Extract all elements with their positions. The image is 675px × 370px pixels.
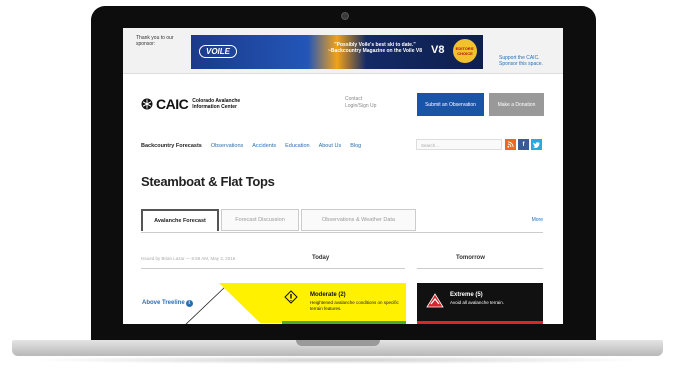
tomorrow-rating: Extreme (5)	[450, 292, 483, 298]
banner-quote: "Possibly Voile's best ski to date." ~Ba…	[328, 42, 422, 54]
forecast-tabs: Avalanche Forecast Forecast Discussion O…	[141, 209, 543, 233]
contact-link[interactable]: Contact	[345, 96, 376, 103]
nav-item-blog[interactable]: Blog	[350, 143, 361, 149]
support-link[interactable]: Support the CAIC. Sponsor this space.	[499, 55, 559, 67]
today-lower-band	[282, 321, 406, 324]
issued-text: Issued by Brian Lazar — 6:59 AM, May 3, …	[141, 256, 236, 261]
twitter-icon[interactable]	[531, 139, 542, 150]
sponsor-bar: Thank you to our sponsor: VOILE "Possibl…	[123, 28, 563, 74]
snowflake-icon	[141, 98, 153, 110]
nav-item-observations[interactable]: Observations	[211, 143, 243, 149]
tomorrow-header: Tomorrow	[456, 255, 485, 261]
extreme-danger-icon	[426, 293, 444, 308]
laptop-notch	[296, 340, 380, 346]
more-link[interactable]: More	[532, 217, 543, 223]
today-rating: Moderate (2)	[310, 292, 346, 298]
rss-icon[interactable]	[505, 139, 516, 150]
nav-item-about-us[interactable]: About Us	[319, 143, 342, 149]
banner-model: V8	[431, 44, 445, 56]
sponsor-thanks: Thank you to our sponsor:	[136, 35, 174, 47]
page-title: Steamboat & Flat Tops	[141, 174, 275, 189]
divider	[417, 268, 543, 269]
voile-logo: VOILE	[199, 45, 238, 58]
header-links: Contact Login/Sign Up	[345, 96, 376, 110]
logo-subtitle: Colorado Avalanche Information Center	[192, 98, 241, 110]
nav-item-backcountry-forecasts[interactable]: Backcountry Forecasts	[141, 143, 202, 149]
tab-avalanche-forecast[interactable]: Avalanche Forecast	[141, 209, 219, 231]
social-links: f	[505, 139, 542, 150]
nav-item-education[interactable]: Education	[285, 143, 309, 149]
tomorrow-description: Avoid all avalanche terrain.	[450, 300, 504, 305]
divider	[141, 268, 405, 269]
donate-button[interactable]: Make a Donation	[489, 93, 544, 116]
caic-logo[interactable]: CAIC Colorado Avalanche Information Cent…	[141, 96, 262, 112]
browser-screen: Thank you to our sponsor: VOILE "Possibl…	[123, 28, 563, 324]
tab-observations-weather[interactable]: Observations & Weather Data	[301, 209, 416, 231]
logo-text: CAIC	[156, 96, 189, 112]
moderate-danger-icon	[284, 290, 298, 304]
today-header: Today	[312, 255, 330, 261]
editors-choice-badge: EDITORS' CHOICE	[453, 39, 477, 63]
nav-item-accidents[interactable]: Accidents	[252, 143, 276, 149]
camera-icon	[341, 12, 349, 20]
tomorrow-lower-band	[417, 321, 543, 324]
laptop-frame: Thank you to our sponsor: VOILE "Possibl…	[0, 0, 675, 370]
login-link[interactable]: Login/Sign Up	[345, 103, 376, 110]
main-nav: Backcountry Forecasts Observations Accid…	[141, 143, 361, 149]
sponsor-banner[interactable]: VOILE "Possibly Voile's best ski to date…	[191, 35, 483, 69]
search-input[interactable]: Search...	[416, 139, 502, 150]
zone-label-text: Above Treeline	[142, 300, 185, 306]
tab-forecast-discussion[interactable]: Forecast Discussion	[221, 209, 299, 231]
laptop-shadow	[26, 356, 649, 364]
today-description: Heightened avalanche conditions on speci…	[310, 300, 399, 311]
submit-observation-button[interactable]: Submit an Observation	[417, 93, 484, 116]
facebook-icon[interactable]: f	[518, 139, 529, 150]
